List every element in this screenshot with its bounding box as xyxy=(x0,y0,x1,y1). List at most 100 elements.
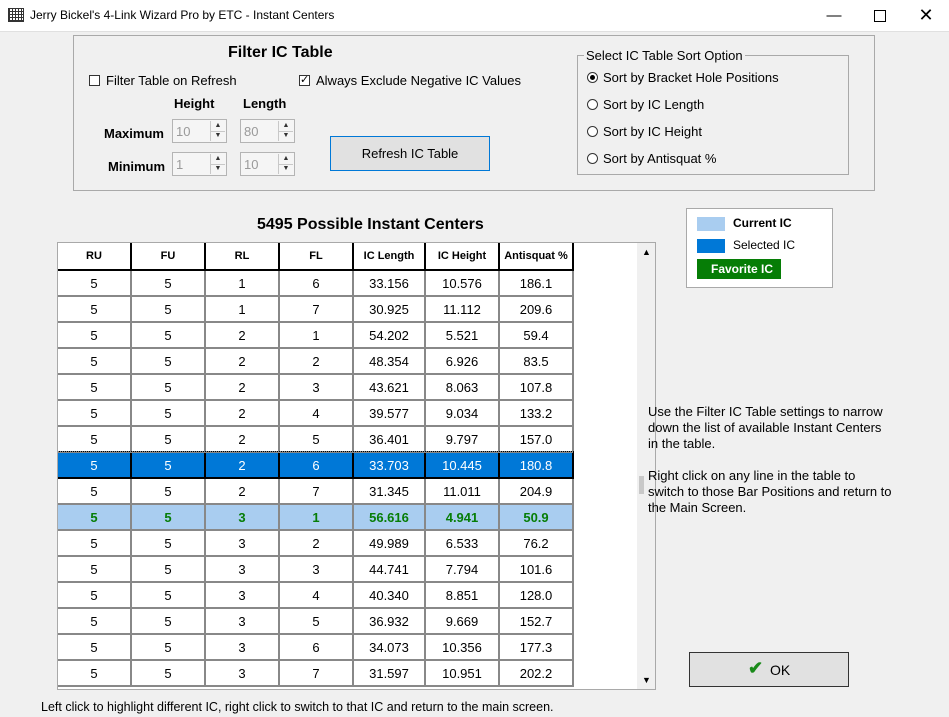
table-row[interactable]: 5 5 1 6 33.156 10.576 186.1 xyxy=(58,270,574,297)
table-row[interactable]: 5 5 2 5 36.401 9.797 157.0 xyxy=(58,426,574,453)
table-row[interactable]: 5 5 3 2 49.989 6.533 76.2 xyxy=(58,530,574,557)
window-title: Jerry Bickel's 4-Link Wizard Pro by ETC … xyxy=(30,8,335,22)
refresh-ic-table-button[interactable]: Refresh IC Table xyxy=(330,136,490,171)
column-header[interactable]: IC Height xyxy=(425,243,500,271)
current-ic-label: Current IC xyxy=(733,216,792,230)
sort-radio-ic-height[interactable] xyxy=(587,126,598,137)
scroll-down-icon[interactable]: ▼ xyxy=(642,675,651,685)
table-row[interactable]: 5 5 2 2 48.354 6.926 83.5 xyxy=(58,348,574,375)
table-cell: 10.356 xyxy=(425,634,500,661)
min-height-stepper[interactable]: 1 ▲ ▼ xyxy=(172,152,227,176)
table-cell: 33.156 xyxy=(353,270,426,297)
table-cell: 3 xyxy=(205,530,280,557)
sort-label-antisquat[interactable]: Sort by Antisquat % xyxy=(603,151,716,166)
column-header[interactable]: FU xyxy=(131,243,206,271)
sort-radio-bracket-holes[interactable] xyxy=(587,72,598,83)
table-row[interactable]: 5 5 3 1 56.616 4.941 50.9 xyxy=(58,504,574,531)
favorite-ic-label: Favorite IC xyxy=(711,262,774,276)
table-cell: 50.9 xyxy=(499,504,574,531)
scroll-thumb[interactable] xyxy=(639,476,644,494)
table-cell: 40.340 xyxy=(353,582,426,609)
minimize-button[interactable]: — xyxy=(811,0,857,31)
exclude-negative-checkbox[interactable]: ✓ xyxy=(299,75,310,86)
maximize-button[interactable] xyxy=(857,0,903,31)
table-cell: 10.951 xyxy=(425,660,500,687)
max-length-stepper[interactable]: 80 ▲ ▼ xyxy=(240,119,295,143)
table-row[interactable]: 5 5 3 4 40.340 8.851 128.0 xyxy=(58,582,574,609)
table-cell: 54.202 xyxy=(353,322,426,349)
filter-on-refresh-checkbox[interactable] xyxy=(89,75,100,86)
instructions-right-click: Right click on any line in the table to … xyxy=(648,468,892,515)
column-header[interactable]: RL xyxy=(205,243,280,271)
exclude-negative-label[interactable]: Always Exclude Negative IC Values xyxy=(316,73,521,88)
instructions-filter: Use the Filter IC Table settings to narr… xyxy=(648,404,883,451)
max-height-value: 10 xyxy=(176,124,191,139)
table-cell: 9.034 xyxy=(425,400,500,427)
table-row[interactable]: 5 5 2 4 39.577 9.034 133.2 xyxy=(58,400,574,427)
table-row[interactable]: 5 5 2 7 31.345 11.011 204.9 xyxy=(58,478,574,505)
table-scrollbar[interactable]: ▲ ▼ xyxy=(637,243,655,689)
table-cell: 5 xyxy=(131,270,206,297)
selected-ic-swatch xyxy=(697,239,725,253)
table-cell: 1 xyxy=(279,504,354,531)
title-bar: Jerry Bickel's 4-Link Wizard Pro by ETC … xyxy=(0,0,949,32)
min-length-stepper[interactable]: 10 ▲ ▼ xyxy=(240,152,295,176)
table-cell: 76.2 xyxy=(499,530,574,557)
table-title: 5495 Possible Instant Centers xyxy=(257,216,484,233)
table-cell: 3 xyxy=(205,582,280,609)
ok-button[interactable]: ✔ OK xyxy=(689,652,849,687)
close-button[interactable]: ✕ xyxy=(903,0,949,31)
table-row[interactable]: 5 5 3 6 34.073 10.356 177.3 xyxy=(58,634,574,661)
column-header[interactable]: IC Length xyxy=(353,243,426,271)
filter-on-refresh-label[interactable]: Filter Table on Refresh xyxy=(106,73,237,88)
table-cell: 6 xyxy=(279,452,354,479)
sort-radio-ic-length[interactable] xyxy=(587,99,598,110)
table-cell: 204.9 xyxy=(499,478,574,505)
sort-label-bracket-holes[interactable]: Sort by Bracket Hole Positions xyxy=(603,70,779,85)
minimize-icon: — xyxy=(826,7,842,24)
table-cell: 36.401 xyxy=(353,426,426,453)
sort-label-ic-length[interactable]: Sort by IC Length xyxy=(603,97,704,112)
table-row[interactable]: 5 5 3 5 36.932 9.669 152.7 xyxy=(58,608,574,635)
table-cell: 5 xyxy=(131,530,206,557)
table-cell: 5.521 xyxy=(425,322,500,349)
table-body: 5 5 1 6 33.156 10.576 186.1 5 5 1 7 30.925 11.112 209… xyxy=(58,270,574,687)
table-row[interactable]: 5 5 1 7 30.925 11.112 209.6 xyxy=(58,296,574,323)
table-cell: 3 xyxy=(279,374,354,401)
column-header[interactable]: Antisquat % xyxy=(499,243,574,271)
table-cell: 5 xyxy=(131,478,206,505)
close-icon: ✕ xyxy=(918,5,934,25)
table-row[interactable]: 5 5 2 3 43.621 8.063 107.8 xyxy=(58,374,574,401)
sort-label-ic-height[interactable]: Sort by IC Height xyxy=(603,124,702,139)
table-row[interactable]: 5 5 2 1 54.202 5.521 59.4 xyxy=(58,322,574,349)
table-cell: 11.011 xyxy=(425,478,500,505)
table-row[interactable]: 5 5 3 7 31.597 10.951 202.2 xyxy=(58,660,574,687)
spin-down-icon[interactable]: ▼ xyxy=(211,164,225,174)
table-cell: 2 xyxy=(205,348,280,375)
table-row[interactable]: 5 5 2 6 33.703 10.445 180.8 xyxy=(58,451,574,479)
max-height-stepper[interactable]: 10 ▲ ▼ xyxy=(172,119,227,143)
column-header[interactable]: FL xyxy=(279,243,354,271)
min-height-value: 1 xyxy=(176,157,184,172)
table-cell: 5 xyxy=(131,296,206,323)
spin-down-icon[interactable]: ▼ xyxy=(279,131,293,141)
table-row[interactable]: 5 5 3 3 44.741 7.794 101.6 xyxy=(58,556,574,583)
column-header[interactable]: RU xyxy=(58,243,132,271)
table-cell: 9.669 xyxy=(425,608,500,635)
sort-radio-antisquat[interactable] xyxy=(587,153,598,164)
table-cell: 44.741 xyxy=(353,556,426,583)
table-cell: 5 xyxy=(279,426,354,453)
table-cell: 7 xyxy=(279,660,354,687)
table-cell: 5 xyxy=(131,374,206,401)
table-cell: 2 xyxy=(205,322,280,349)
scroll-up-icon[interactable]: ▲ xyxy=(642,247,651,257)
spin-down-icon[interactable]: ▼ xyxy=(279,164,293,174)
spin-down-icon[interactable]: ▼ xyxy=(211,131,225,141)
min-length-value: 10 xyxy=(244,157,259,172)
selected-ic-label: Selected IC xyxy=(733,238,796,252)
table-cell: 5 xyxy=(58,374,132,401)
checkmark-icon: ✔ xyxy=(748,658,764,678)
table-cell: 2 xyxy=(205,478,280,505)
table-cell: 209.6 xyxy=(499,296,574,323)
table-cell: 1 xyxy=(279,322,354,349)
